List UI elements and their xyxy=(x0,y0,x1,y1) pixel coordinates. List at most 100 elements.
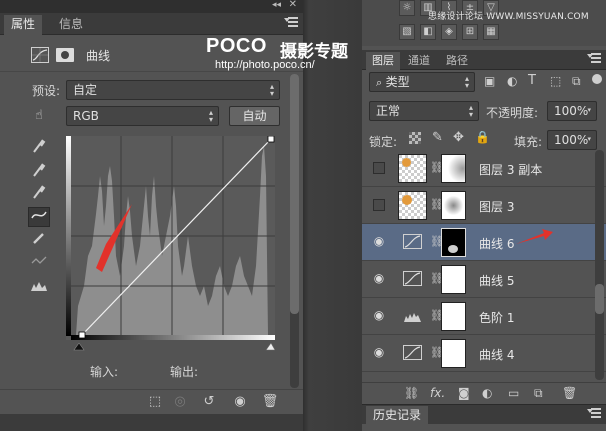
select-arrows-icon: ▴ ▾ xyxy=(468,103,473,119)
dropdown-arrow-icon: ▾ xyxy=(587,135,591,143)
close-icon[interactable]: ✕ xyxy=(289,0,297,10)
filter-adjustment-icon[interactable]: ◐ xyxy=(507,74,517,88)
fill-input[interactable]: 100% ▾ xyxy=(547,130,597,150)
layer-row[interactable]: ◉ ⛓ 色阶 1 xyxy=(362,298,606,335)
lock-all-icon[interactable]: 🔒 xyxy=(475,130,490,144)
smooth-curve-icon[interactable] xyxy=(28,254,50,274)
blend-mode-select[interactable]: 正常 ▴ ▾ xyxy=(369,101,479,121)
tab-paths[interactable]: 路径 xyxy=(440,52,474,70)
visibility-toggle[interactable] xyxy=(373,162,385,174)
scrollbar-thumb[interactable] xyxy=(595,284,604,314)
layer-mask-thumbnail[interactable] xyxy=(441,302,466,331)
clipping-warning-icon[interactable] xyxy=(28,279,50,299)
input-sliders xyxy=(66,340,276,351)
layer-style-fx-icon[interactable]: fx. xyxy=(430,386,445,400)
hue-icon[interactable]: ▧ xyxy=(399,24,415,40)
properties-scrollbar[interactable] xyxy=(290,74,299,388)
auto-button[interactable]: 自动 xyxy=(229,106,280,126)
new-layer-icon[interactable]: ⧉ xyxy=(534,386,543,401)
add-mask-icon[interactable]: ◙ xyxy=(458,386,470,400)
eye-icon[interactable]: ◉ xyxy=(372,345,386,359)
filter-toggle-icon[interactable] xyxy=(592,74,602,84)
curves-adjustment-icon[interactable] xyxy=(31,47,49,63)
scrollbar-thumb[interactable] xyxy=(290,74,299,314)
layer-name[interactable]: 曲线 5 xyxy=(479,272,514,289)
edit-points-curve-icon[interactable] xyxy=(28,207,50,227)
new-adjustment-icon[interactable]: ◐ xyxy=(482,386,492,400)
bw-icon[interactable]: ◧ xyxy=(420,24,436,40)
layer-filter-select[interactable]: ⌕ 类型 ▴ ▾ xyxy=(369,72,475,92)
filter-type-icon[interactable]: T xyxy=(528,73,536,88)
white-input-slider[interactable] xyxy=(265,342,276,351)
poco-logo: POCO xyxy=(206,35,267,57)
output-gradient-bar xyxy=(66,136,71,336)
gray-point-eyedropper-icon[interactable] xyxy=(28,162,50,182)
layer-name[interactable]: 色阶 1 xyxy=(479,309,514,326)
curve-white-point[interactable] xyxy=(267,136,275,143)
color-lookup-icon[interactable]: ▦ xyxy=(483,24,499,40)
layer-name[interactable]: 图层 3 xyxy=(479,198,514,215)
select-arrows-icon: ▴ ▾ xyxy=(269,82,274,98)
reset-icon[interactable]: ↺ xyxy=(200,394,218,410)
eye-icon[interactable]: ◉ xyxy=(372,308,386,322)
curves-layer-icon xyxy=(402,234,423,251)
channel-mixer-icon[interactable]: ⊞ xyxy=(462,24,478,40)
clip-to-layer-icon[interactable]: ⬚ xyxy=(146,394,164,410)
view-previous-state-icon[interactable]: ◎ xyxy=(171,394,189,410)
lock-position-move-icon[interactable]: ✥ xyxy=(453,130,464,145)
lock-transparent-icon[interactable] xyxy=(409,132,421,144)
curves-graph[interactable] xyxy=(66,136,275,340)
draw-pencil-icon[interactable] xyxy=(28,231,50,251)
tab-layers[interactable]: 图层 xyxy=(366,52,400,70)
layer-row[interactable]: ◉ ⛓ 曲线 5 xyxy=(362,261,606,298)
select-arrows-icon: ▴ ▾ xyxy=(464,74,469,90)
visibility-toggle[interactable] xyxy=(373,199,385,211)
layer-mask-thumbnail[interactable] xyxy=(441,191,466,220)
lock-image-brush-icon[interactable]: ✎ xyxy=(432,130,443,145)
layer-row[interactable]: ⛓ 图层 3 副本 xyxy=(362,150,606,187)
collapse-icon[interactable]: ◂◂ xyxy=(272,0,281,10)
layer-mask-thumbnail[interactable] xyxy=(441,339,466,368)
delete-layer-trash-icon[interactable]: 🗑 xyxy=(562,386,577,400)
filter-smart-object-icon[interactable]: ⧉ xyxy=(572,74,581,89)
preset-value: 自定 xyxy=(73,83,98,97)
filter-shape-icon[interactable]: ⬚ xyxy=(550,74,561,88)
layer-mask-thumbnail[interactable] xyxy=(441,228,466,257)
black-point-eyedropper-icon[interactable] xyxy=(28,138,50,158)
black-input-slider[interactable] xyxy=(73,342,85,351)
delete-trash-icon[interactable]: 🗑 xyxy=(261,394,279,410)
eye-icon[interactable]: ◉ xyxy=(372,234,386,248)
white-point-eyedropper-icon[interactable] xyxy=(28,184,50,204)
filter-pixel-icon[interactable]: ▣ xyxy=(484,74,495,88)
tab-properties[interactable]: 属性 xyxy=(4,15,43,35)
preset-label: 预设: xyxy=(32,84,61,98)
preset-select[interactable]: 自定 ▴ ▾ xyxy=(66,80,280,100)
visibility-eye-icon[interactable]: ◉ xyxy=(231,394,249,410)
panel-menu-icon[interactable] xyxy=(284,17,298,29)
layer-row-selected[interactable]: ◉ ⛓ 曲线 6 xyxy=(362,224,606,261)
layer-row[interactable]: ◉ ⛓ 曲线 4 xyxy=(362,335,606,372)
layer-mask-icon[interactable] xyxy=(56,48,74,62)
layer-name[interactable]: 曲线 4 xyxy=(479,346,514,363)
photo-filter-icon[interactable]: ◈ xyxy=(441,24,457,40)
history-menu-icon[interactable] xyxy=(587,408,601,420)
link-layers-icon[interactable]: ⛓ xyxy=(404,386,419,400)
tab-info[interactable]: 信息 xyxy=(52,15,90,35)
new-group-folder-icon[interactable]: ▭ xyxy=(508,386,519,400)
layer-name[interactable]: 曲线 6 xyxy=(479,235,514,252)
tab-history[interactable]: 历史记录 xyxy=(366,406,429,426)
eye-icon[interactable]: ◉ xyxy=(372,271,386,285)
brightness-icon[interactable]: ☼ xyxy=(399,0,415,16)
channel-select[interactable]: RGB ▴ ▾ xyxy=(66,106,219,126)
layers-scrollbar[interactable] xyxy=(595,150,604,380)
curve-black-point[interactable] xyxy=(78,331,86,339)
opacity-input[interactable]: 100% ▾ xyxy=(547,101,597,121)
layer-row[interactable]: ⛓ 图层 3 xyxy=(362,187,606,224)
layer-mask-thumbnail[interactable] xyxy=(441,154,466,183)
layer-mask-thumbnail[interactable] xyxy=(441,265,466,294)
adjustment-title: 曲线 xyxy=(86,49,111,63)
targeted-adjust-hand-icon[interactable]: ☝ xyxy=(28,106,50,126)
layer-name[interactable]: 图层 3 副本 xyxy=(479,161,542,178)
layers-menu-icon[interactable] xyxy=(587,53,601,65)
tab-channels[interactable]: 通道 xyxy=(402,52,436,70)
